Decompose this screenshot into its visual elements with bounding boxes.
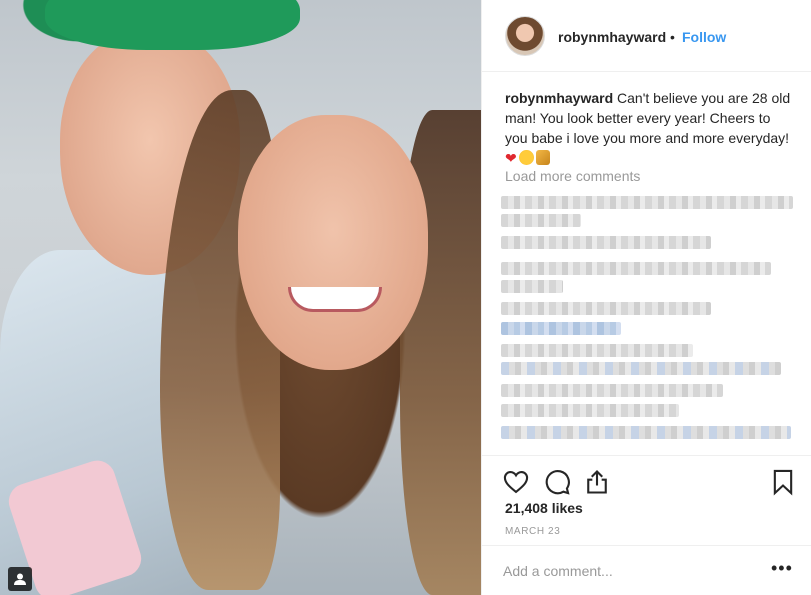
kiss-face-icon: [518, 150, 534, 165]
comment-bubble-icon[interactable]: [543, 468, 571, 496]
heart-icon: ❤: [505, 150, 517, 166]
post-photo[interactable]: [0, 0, 481, 595]
likes-count[interactable]: 21,408 likes: [505, 500, 583, 516]
post-sidebar: robynmhayward • Follow robynmhayward Can…: [481, 0, 811, 595]
heart-outline-icon[interactable]: [502, 468, 530, 496]
post-header: robynmhayward • Follow: [482, 0, 811, 72]
blurred-comment-line: [501, 262, 771, 275]
comment-bar: •••: [482, 545, 811, 595]
follow-button[interactable]: Follow: [682, 29, 726, 45]
bookmark-icon[interactable]: [769, 468, 797, 496]
more-options-button[interactable]: •••: [771, 559, 793, 577]
header-username[interactable]: robynmhayward: [558, 29, 666, 45]
header-separator: •: [670, 29, 675, 45]
blurred-comment-line: [501, 426, 791, 439]
blurred-comment-line: [501, 404, 679, 417]
post-actions: 21,408 likes MARCH 23: [482, 455, 811, 545]
blurred-comment-line: [501, 322, 621, 335]
comment-input[interactable]: [503, 558, 753, 584]
photo-smile: [288, 287, 382, 312]
avatar[interactable]: [505, 16, 545, 56]
blurred-comment-line: [501, 362, 781, 375]
blurred-comment-line: [501, 344, 693, 357]
load-more-comments-button[interactable]: Load more comments: [505, 168, 640, 184]
photo-cap: [45, 0, 300, 50]
cheers-icon: [535, 150, 550, 165]
blurred-comment-line: [501, 214, 581, 227]
blurred-comment-line: [501, 236, 711, 249]
post-date[interactable]: MARCH 23: [505, 526, 560, 537]
post-caption: robynmhayward Can't believe you are 28 o…: [505, 88, 795, 168]
blurred-comment-line: [501, 196, 793, 209]
blurred-comment-line: [501, 302, 711, 315]
photo-face-woman: [238, 115, 428, 370]
blurred-comment-line: [501, 384, 723, 397]
user-tag-icon[interactable]: [8, 567, 32, 591]
share-icon[interactable]: [583, 468, 611, 496]
blurred-comment-line: [501, 280, 563, 293]
caption-username[interactable]: robynmhayward: [505, 90, 613, 106]
